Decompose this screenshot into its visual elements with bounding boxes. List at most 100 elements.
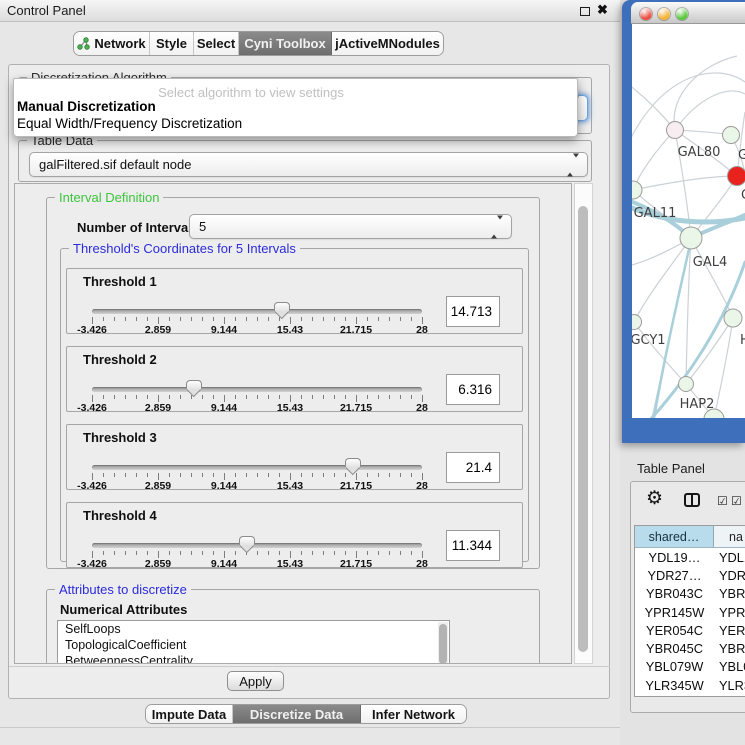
cell-shared-name[interactable]: YER054C <box>635 623 714 638</box>
network-node[interactable] <box>728 167 745 186</box>
split-columns-icon[interactable] <box>684 493 700 507</box>
network-view[interactable]: GAL80GACGAL11GAL4GCY1HHAP2 <box>632 24 745 418</box>
network-node[interactable] <box>679 377 694 392</box>
slider-track[interactable] <box>92 309 422 314</box>
threshold-value-field[interactable]: 21.4 <box>446 452 500 483</box>
cell-name[interactable]: YER0 <box>714 623 745 638</box>
slider-track[interactable] <box>92 465 422 470</box>
slider-thumb[interactable] <box>274 302 290 320</box>
tick <box>147 473 148 477</box>
minimize-traffic-light[interactable] <box>658 8 670 20</box>
cell-name[interactable]: YIL0 <box>714 696 745 697</box>
cell-name[interactable]: YBR0 <box>714 641 745 656</box>
tab-impute-data[interactable]: Impute Data <box>146 705 233 723</box>
threshold-value-field[interactable]: 11.344 <box>446 530 500 561</box>
tick-label: 28 <box>400 402 444 414</box>
cell-shared-name[interactable]: YPR145W <box>635 605 714 620</box>
tab-discretize-data[interactable]: Discretize Data <box>233 705 361 723</box>
list-scrollbar[interactable] <box>438 622 448 664</box>
network-node[interactable] <box>680 227 702 249</box>
cell-shared-name[interactable]: YBR043C <box>635 586 714 601</box>
table-row[interactable]: YBL079WYBL0 <box>635 658 745 676</box>
tick <box>136 317 137 321</box>
threshold-value-field[interactable]: 14.713 <box>446 296 500 327</box>
cell-name[interactable]: YPR1 <box>714 605 745 620</box>
table-row[interactable]: YPR145WYPR1 <box>635 603 745 621</box>
tick <box>301 551 302 555</box>
network-node[interactable] <box>724 309 742 327</box>
tick <box>422 395 423 402</box>
table-data-combobox[interactable]: galFiltered.sif default node <box>29 152 588 177</box>
cell-name[interactable]: YBL0 <box>714 659 745 674</box>
tick-label: 2.859 <box>136 480 180 492</box>
tab-select[interactable]: Select <box>194 32 239 55</box>
list-scrollbar-thumb[interactable] <box>439 624 447 664</box>
slider-track[interactable] <box>92 543 422 548</box>
tick <box>257 395 258 399</box>
float-panel-icon[interactable] <box>580 7 590 16</box>
threshold-value-field[interactable]: 6.316 <box>446 374 500 405</box>
table-row[interactable]: YDR27…YDR2 <box>635 566 745 584</box>
settings-scrollbar[interactable] <box>574 183 593 664</box>
cell-shared-name[interactable]: YIL052C <box>635 696 714 697</box>
cell-shared-name[interactable]: YDR27… <box>635 568 714 583</box>
table-row[interactable]: YLR345WYLR3 <box>635 676 745 694</box>
cell-shared-name[interactable]: YDL19… <box>635 550 714 565</box>
cell-name[interactable]: YBR0 <box>714 586 745 601</box>
tick <box>103 317 104 321</box>
cell-shared-name[interactable]: YBR045C <box>635 641 714 656</box>
slider-thumb-cap <box>345 458 361 467</box>
tab-network[interactable]: Network <box>74 32 150 55</box>
tick <box>224 395 225 402</box>
menu-item-manual-discretization[interactable]: Manual Discretization <box>17 99 156 114</box>
network-canvas[interactable]: GAL80GACGAL11GAL4GCY1HHAP2 <box>632 24 745 418</box>
slider-thumb[interactable] <box>239 536 255 554</box>
checkbox-icon[interactable]: ☑ <box>731 494 742 508</box>
close-icon[interactable]: ✖ <box>597 2 608 18</box>
tab-infer-network[interactable]: Infer Network <box>361 705 466 723</box>
table-row[interactable]: YIL052CYIL0 <box>635 694 745 697</box>
apply-button[interactable]: Apply <box>227 671 284 691</box>
gear-icon[interactable]: ⚙ <box>646 488 663 510</box>
cell-shared-name[interactable]: YLR345W <box>635 678 714 693</box>
network-node[interactable] <box>723 127 740 144</box>
column-header-name[interactable]: na <box>714 526 745 547</box>
tick <box>301 473 302 477</box>
slider-thumb[interactable] <box>345 458 361 476</box>
list-item[interactable]: BetweennessCentrality <box>58 653 449 664</box>
cell-name[interactable]: YDL1 <box>714 550 745 565</box>
close-traffic-light[interactable] <box>640 8 652 20</box>
checkbox-icon[interactable]: ☑ <box>717 494 728 508</box>
menu-item-equal-width-frequency[interactable]: Equal Width/Frequency Discretization <box>17 116 242 131</box>
cell-name[interactable]: YDR2 <box>714 568 745 583</box>
network-node[interactable] <box>667 122 684 139</box>
column-header-shared-name[interactable]: shared… <box>635 526 714 547</box>
list-item[interactable]: SelfLoops <box>58 621 449 637</box>
network-node[interactable] <box>632 315 642 330</box>
tick <box>389 317 390 321</box>
tick <box>422 473 423 480</box>
cell-name[interactable]: YLR3 <box>714 678 745 693</box>
settings-scrollbar-thumb[interactable] <box>578 206 588 652</box>
tab-label: Select <box>197 36 235 51</box>
table-row[interactable]: YDL19…YDL1 <box>635 548 745 566</box>
zoom-traffic-light[interactable] <box>676 8 688 20</box>
tab-cyni-toolbox[interactable]: Cyni Toolbox <box>239 32 332 55</box>
table-row[interactable]: YBR043CYBR0 <box>635 585 745 603</box>
list-item[interactable]: TopologicalCoefficient <box>58 637 449 653</box>
tick <box>290 551 291 558</box>
slider-thumb[interactable] <box>186 380 202 398</box>
numerical-attributes-list[interactable]: SelfLoopsTopologicalCoefficientBetweenne… <box>57 620 450 664</box>
network-node-label: GAL80 <box>678 145 721 160</box>
tab-style[interactable]: Style <box>150 32 194 55</box>
table-row[interactable]: YBR045CYBR0 <box>635 639 745 657</box>
tick <box>268 473 269 477</box>
table-row[interactable]: YER054CYER0 <box>635 621 745 639</box>
tick <box>345 317 346 321</box>
tick <box>356 551 357 558</box>
threshold-label: Threshold 1 <box>83 274 157 289</box>
slider-track[interactable] <box>92 387 422 392</box>
number-of-intervals-combobox[interactable]: 5 <box>189 214 512 239</box>
cell-shared-name[interactable]: YBL079W <box>635 659 714 674</box>
tab-jactivemnodules[interactable]: jActiveMNodules <box>332 32 443 55</box>
